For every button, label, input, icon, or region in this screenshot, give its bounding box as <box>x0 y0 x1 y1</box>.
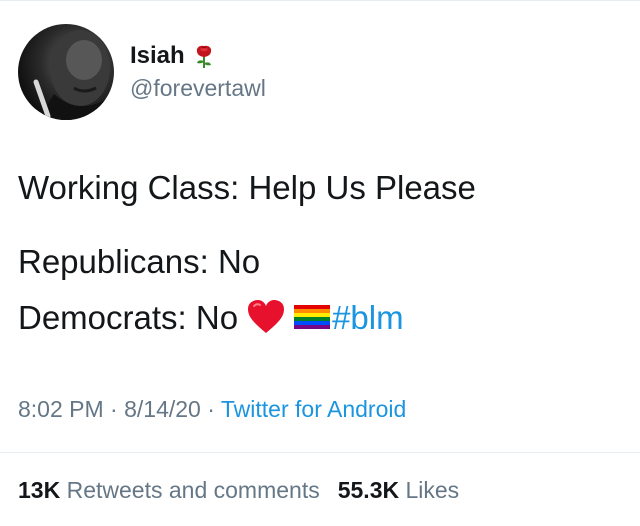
name-row: Isiah <box>130 41 266 71</box>
avatar[interactable] <box>18 24 114 120</box>
tweet-card: Isiah @forevertawl Working Class: Help U… <box>0 0 640 526</box>
retweets-count: 13K <box>18 477 61 503</box>
rainbow-flag-icon <box>294 305 331 330</box>
tweet-text-line-1: Working Class: Help Us Please <box>18 169 476 206</box>
tweet-header: Isiah @forevertawl <box>18 22 266 122</box>
hashtag-link[interactable]: #blm <box>332 299 404 336</box>
likes-count: 55.3K <box>337 477 400 503</box>
tweet-stats: 13K Retweets and comments 55.3K Likes <box>18 473 459 507</box>
tweet-text-line-2: Republicans: No <box>18 243 261 280</box>
stats-divider <box>0 452 640 453</box>
meta-separator: · <box>110 396 118 422</box>
tweet-text-line-3: Democrats: No #blm <box>18 298 404 338</box>
likes-label: Likes <box>405 477 460 503</box>
meta-separator: · <box>207 396 215 422</box>
display-name[interactable]: Isiah <box>130 41 185 71</box>
retweets-stat[interactable]: 13K Retweets and comments <box>18 477 320 503</box>
likes-stat[interactable]: 55.3K Likes <box>338 477 459 503</box>
user-names: Isiah @forevertawl <box>130 41 266 103</box>
user-handle[interactable]: @forevertawl <box>130 73 266 103</box>
avatar-photo-icon <box>33 30 114 120</box>
tweet-meta: 8:02 PM · 8/14/20 · Twitter for Android <box>18 391 406 427</box>
tweet-text-democrats: Democrats: No <box>18 299 239 336</box>
red-heart-icon <box>248 300 285 334</box>
tweet-time[interactable]: 8:02 PM <box>18 396 104 422</box>
retweets-label: Retweets and comments <box>66 477 320 503</box>
tweet-source-link[interactable]: Twitter for Android <box>221 396 406 422</box>
tweet-date[interactable]: 8/14/20 <box>124 396 201 422</box>
rose-icon <box>196 45 211 68</box>
